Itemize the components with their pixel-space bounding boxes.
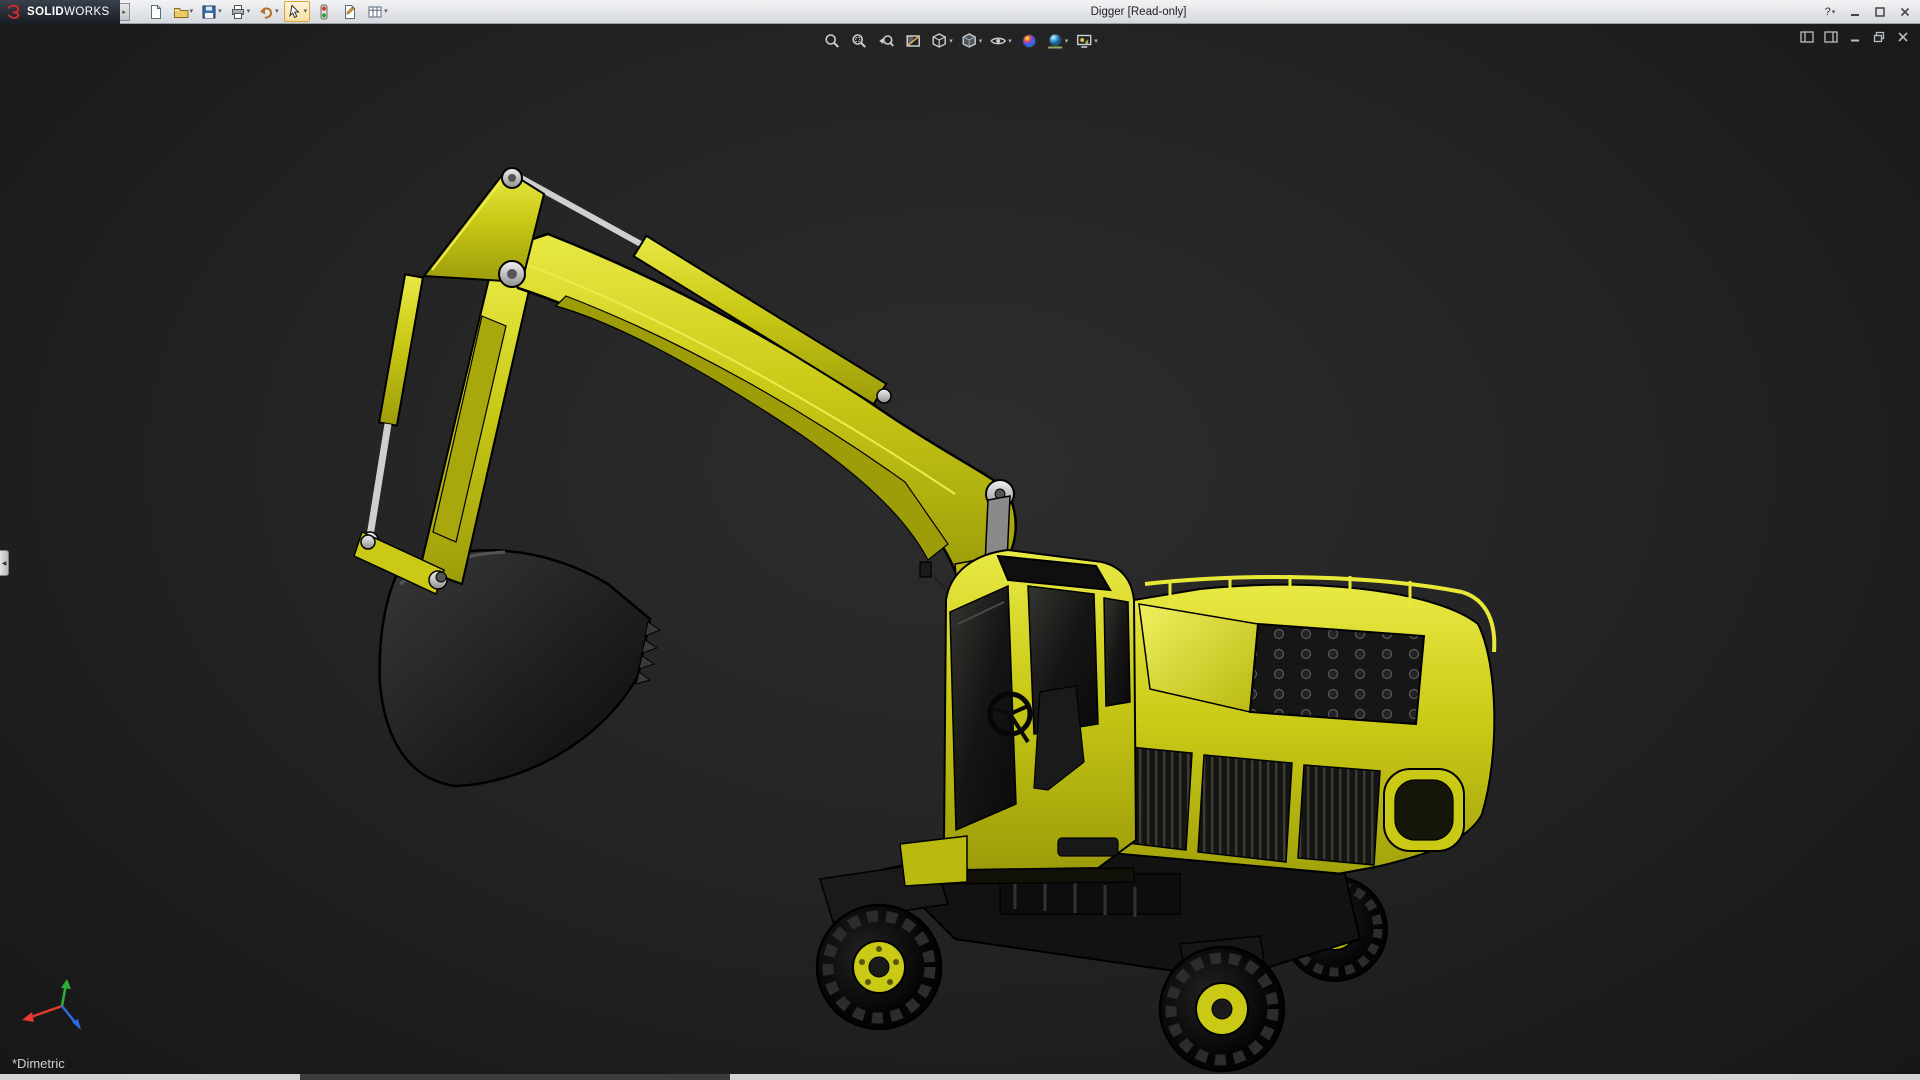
front-right-wheel[interactable]	[1158, 945, 1286, 1073]
window-controls: ? ▾	[1819, 0, 1916, 24]
rebuild-traffic-light-icon	[320, 4, 328, 19]
doc-minimize-icon	[1851, 39, 1859, 42]
bottom-strip	[0, 1074, 1920, 1080]
hide-show-items-button[interactable]: ▾	[987, 29, 1014, 53]
menu-flyout-arrow[interactable]: ▸	[119, 2, 130, 21]
file-properties-icon	[345, 4, 356, 19]
print-icon	[231, 4, 244, 19]
zoom-to-area-button[interactable]	[847, 29, 871, 53]
split-pane-right-button[interactable]	[1822, 29, 1840, 45]
new-document-icon	[150, 4, 161, 19]
undo-arrow-icon	[260, 7, 273, 19]
options-button[interactable]: ▾	[364, 1, 391, 22]
new-document-button[interactable]	[144, 1, 168, 22]
print-button[interactable]: ▾	[227, 1, 254, 22]
doc-close-icon	[1898, 32, 1908, 42]
options-grid-icon	[368, 6, 382, 17]
zoom-to-area-icon	[852, 34, 866, 48]
undo-button[interactable]: ▾	[255, 1, 282, 22]
hide-show-eye-icon	[990, 37, 1007, 45]
open-button[interactable]: ▾	[170, 1, 197, 22]
rebuild-button[interactable]	[312, 1, 336, 22]
titlebar: SOLIDWORKS ▸ ▾ ▾ ▾ ▾ ▾ ▾ Digger [Read-on…	[0, 0, 1920, 24]
boom-arm[interactable]	[498, 232, 1017, 587]
bottom-strip-segment	[300, 1074, 730, 1080]
close-button[interactable]	[1894, 3, 1916, 21]
edit-appearance-sphere-icon	[1021, 34, 1036, 48]
minimize-icon	[1851, 14, 1859, 16]
save-floppy-icon	[202, 5, 216, 18]
select-button[interactable]: ▾	[283, 1, 311, 22]
file-properties-button[interactable]	[338, 1, 362, 22]
brand-text: SOLIDWORKS	[27, 5, 110, 18]
edit-appearance-button[interactable]	[1017, 29, 1041, 53]
stick-arm[interactable]	[418, 264, 532, 586]
feature-pane-collapse-tab[interactable]: ◀	[0, 550, 9, 576]
minimize-button[interactable]	[1844, 3, 1866, 21]
split-pane-left-icon	[1800, 31, 1814, 43]
previous-view-icon	[879, 35, 894, 47]
display-style-cube-icon	[962, 33, 976, 48]
zoom-to-fit-icon	[825, 34, 839, 48]
apex-linkage-plate[interactable]	[422, 167, 546, 288]
maximize-icon	[1875, 7, 1885, 17]
orientation-triad	[22, 979, 81, 1030]
bucket-cylinder[interactable]	[361, 273, 425, 549]
section-view-icon	[906, 35, 920, 47]
split-pane-left-button[interactable]	[1798, 29, 1816, 45]
graphics-viewport[interactable]: ▾ ▾ ▾ ▾ ▾ ◀ *Dimetric	[0, 24, 1920, 1074]
apply-scene-sphere-icon	[1047, 33, 1062, 49]
standard-toolbar: ▾ ▾ ▾ ▾ ▾ ▾	[144, 1, 391, 22]
cab[interactable]	[899, 548, 1138, 887]
maximize-button[interactable]	[1869, 3, 1891, 21]
doc-close-button[interactable]	[1894, 29, 1912, 45]
close-icon	[1900, 7, 1910, 17]
window-title: Digger [Read-only]	[1090, 5, 1187, 18]
zoom-to-fit-button[interactable]	[820, 29, 844, 53]
view-settings-icon	[1077, 34, 1092, 48]
document-window-controls	[1798, 29, 1912, 45]
save-button[interactable]: ▾	[198, 1, 225, 22]
split-pane-right-icon	[1824, 31, 1838, 43]
view-settings-button[interactable]: ▾	[1073, 29, 1100, 53]
doc-restore-icon	[1873, 31, 1885, 43]
open-folder-icon	[173, 7, 189, 18]
section-view-button[interactable]	[901, 29, 925, 53]
view-orientation-label: *Dimetric	[12, 1056, 65, 1071]
front-left-wheel[interactable]	[815, 903, 943, 1031]
view-orientation-cube-icon	[932, 33, 946, 48]
headsup-view-toolbar: ▾ ▾ ▾ ▾ ▾	[820, 29, 1100, 53]
3ds-compass-logo-icon	[7, 4, 20, 19]
doc-restore-button[interactable]	[1870, 29, 1888, 45]
apply-scene-button[interactable]: ▾	[1044, 29, 1071, 53]
select-cursor-icon	[288, 3, 300, 18]
doc-minimize-button[interactable]	[1846, 29, 1864, 45]
solidworks-logo: SOLIDWORKS	[0, 0, 120, 24]
view-orientation-button[interactable]: ▾	[928, 29, 955, 53]
previous-view-button[interactable]	[874, 29, 898, 53]
display-style-button[interactable]: ▾	[958, 29, 985, 53]
help-button[interactable]: ? ▾	[1819, 3, 1841, 21]
digger-3d-model[interactable]	[0, 24, 1920, 1074]
